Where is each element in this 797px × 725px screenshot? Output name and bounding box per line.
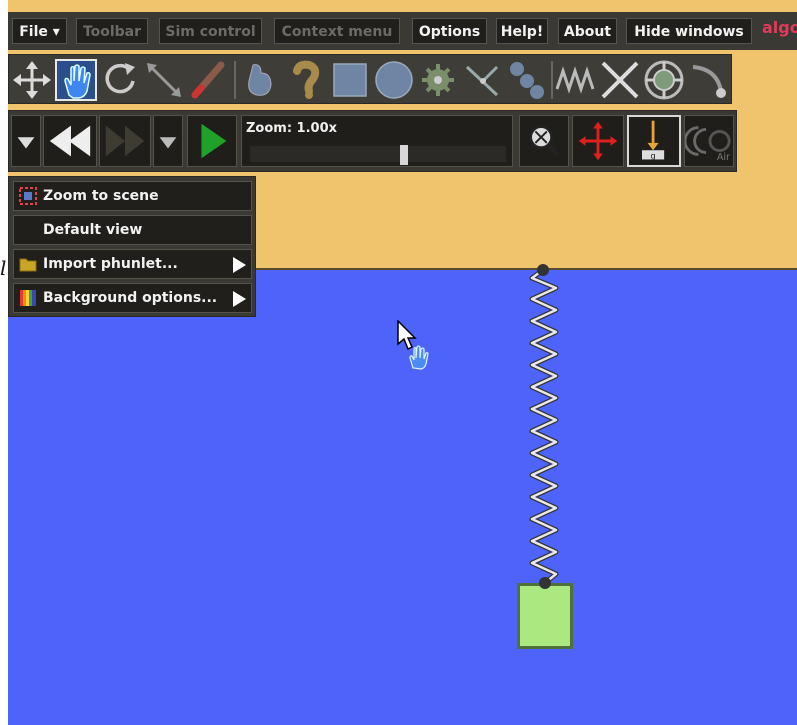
menu-item-background-options[interactable]: Background options... xyxy=(13,283,252,313)
move-tool-icon[interactable] xyxy=(11,59,53,101)
sim-control-toggle-button[interactable]: Sim control xyxy=(159,18,262,44)
sim-menu-dropdown-icon[interactable] xyxy=(11,115,41,167)
air-toggle-icon[interactable]: Air xyxy=(683,115,734,167)
chain-tool-icon[interactable] xyxy=(285,59,327,101)
hinge-tool-icon[interactable] xyxy=(505,59,547,101)
algodoo-logo: algo xyxy=(762,18,797,37)
options-button[interactable]: Options xyxy=(412,18,487,44)
scale-tool-icon[interactable] xyxy=(143,59,185,101)
menu-item-label: Zoom to scene xyxy=(43,188,159,204)
speed-dropdown-icon[interactable] xyxy=(153,115,183,167)
zoom-to-scene-icon xyxy=(19,187,37,205)
context-menu-toggle-button[interactable]: Context menu xyxy=(274,18,400,44)
zoom-slider-thumb[interactable] xyxy=(400,145,408,165)
tools-bar xyxy=(8,54,732,104)
context-menu-panel: Zoom to scene Default view Import phunle… xyxy=(8,176,256,317)
menu-item-default-view[interactable]: Default view xyxy=(13,215,252,245)
box-object[interactable] xyxy=(517,583,573,649)
box-tool-icon[interactable] xyxy=(329,59,371,101)
polygon-tool-icon[interactable] xyxy=(241,59,283,101)
svg-text:g: g xyxy=(650,151,655,161)
help-button[interactable]: Help! xyxy=(496,18,548,44)
submenu-arrow-icon xyxy=(233,257,246,273)
folder-icon xyxy=(19,255,37,273)
gear-tool-icon[interactable] xyxy=(417,59,459,101)
rotate-tool-icon[interactable] xyxy=(99,59,141,101)
spring-object[interactable] xyxy=(520,260,570,600)
zoom-slider-track[interactable] xyxy=(250,146,506,162)
toolbar-separator xyxy=(551,61,553,99)
toolbar-separator xyxy=(234,61,236,99)
hide-windows-button[interactable]: Hide windows xyxy=(626,18,752,44)
spring-top-anchor xyxy=(537,264,549,276)
zoom-magnifier-icon[interactable] xyxy=(519,115,569,167)
spring-bottom-anchor xyxy=(539,577,551,589)
pan-arrows-icon[interactable] xyxy=(572,115,624,167)
circle-tool-icon[interactable] xyxy=(373,59,415,101)
toolbar-toggle-button[interactable]: Toolbar xyxy=(76,18,148,44)
zoom-control[interactable]: Zoom: 1.00x xyxy=(241,115,513,167)
gravity-toggle-icon[interactable]: g xyxy=(627,115,681,167)
menu-item-import-phunlet[interactable]: Import phunlet... xyxy=(13,249,252,279)
menu-bar: File ▾ Toolbar Sim control Context menu … xyxy=(8,12,797,50)
rainbow-icon xyxy=(19,289,37,307)
thruster-tool-icon[interactable] xyxy=(643,59,685,101)
menu-item-label: Background options... xyxy=(43,290,218,306)
remove-tool-icon[interactable] xyxy=(599,59,641,101)
about-button[interactable]: About xyxy=(558,18,617,44)
drag-hand-cursor-icon xyxy=(409,345,429,370)
fixate-tool-icon[interactable] xyxy=(461,59,503,101)
file-menu-button[interactable]: File ▾ xyxy=(12,18,67,44)
drag-tool-icon[interactable] xyxy=(55,59,97,101)
fast-forward-button-icon[interactable] xyxy=(99,115,151,167)
air-label: Air xyxy=(717,152,730,163)
left-edge-strip xyxy=(0,0,8,725)
simulation-scene[interactable] xyxy=(8,0,797,725)
brush-tool-icon[interactable] xyxy=(187,59,229,101)
menu-item-label: Default view xyxy=(43,222,143,238)
zoom-label: Zoom: 1.00x xyxy=(246,121,338,136)
menu-item-label: Import phunlet... xyxy=(43,256,178,272)
rewind-button-icon[interactable] xyxy=(43,115,97,167)
tracer-tool-icon[interactable] xyxy=(687,59,729,101)
menu-item-zoom-to-scene[interactable]: Zoom to scene xyxy=(13,181,252,211)
play-button-icon[interactable] xyxy=(187,115,237,167)
spring-tool-icon[interactable] xyxy=(555,59,597,101)
sim-control-bar: Zoom: 1.00x g Air xyxy=(8,110,737,172)
edge-artifact-text: l xyxy=(0,256,7,280)
submenu-arrow-icon xyxy=(233,291,246,307)
